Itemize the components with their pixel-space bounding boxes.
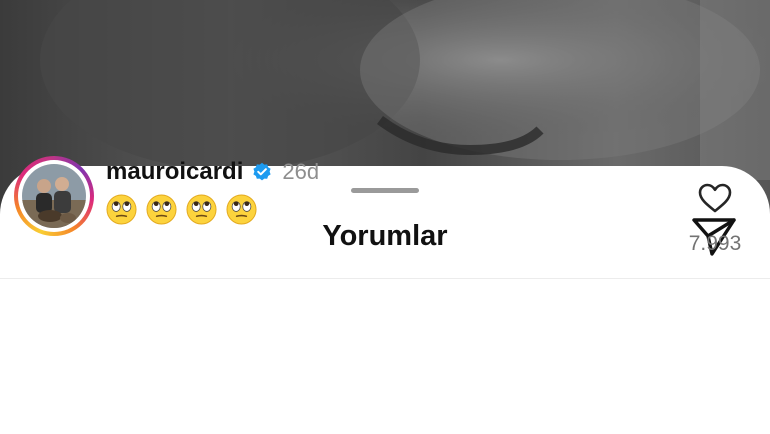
comment-username[interactable]: mauroicardi (106, 158, 243, 186)
rolling-eyes-emoji-icon (226, 194, 257, 225)
sheet-grabber-handle[interactable] (351, 188, 419, 193)
heart-outline-icon[interactable] (697, 182, 733, 214)
avatar (22, 164, 86, 228)
rolling-eyes-emoji-icon (186, 194, 217, 225)
comment-text (106, 194, 266, 225)
like-count: 7.993 (688, 232, 742, 255)
verified-badge-icon (253, 162, 271, 181)
avatar-story-ring[interactable] (14, 156, 94, 236)
comment-timestamp: 26d (282, 159, 320, 184)
rolling-eyes-emoji-icon (106, 194, 137, 225)
rolling-eyes-emoji-icon (146, 194, 177, 225)
header-divider (0, 278, 770, 279)
comment-header: mauroicardi 26d (106, 158, 319, 186)
